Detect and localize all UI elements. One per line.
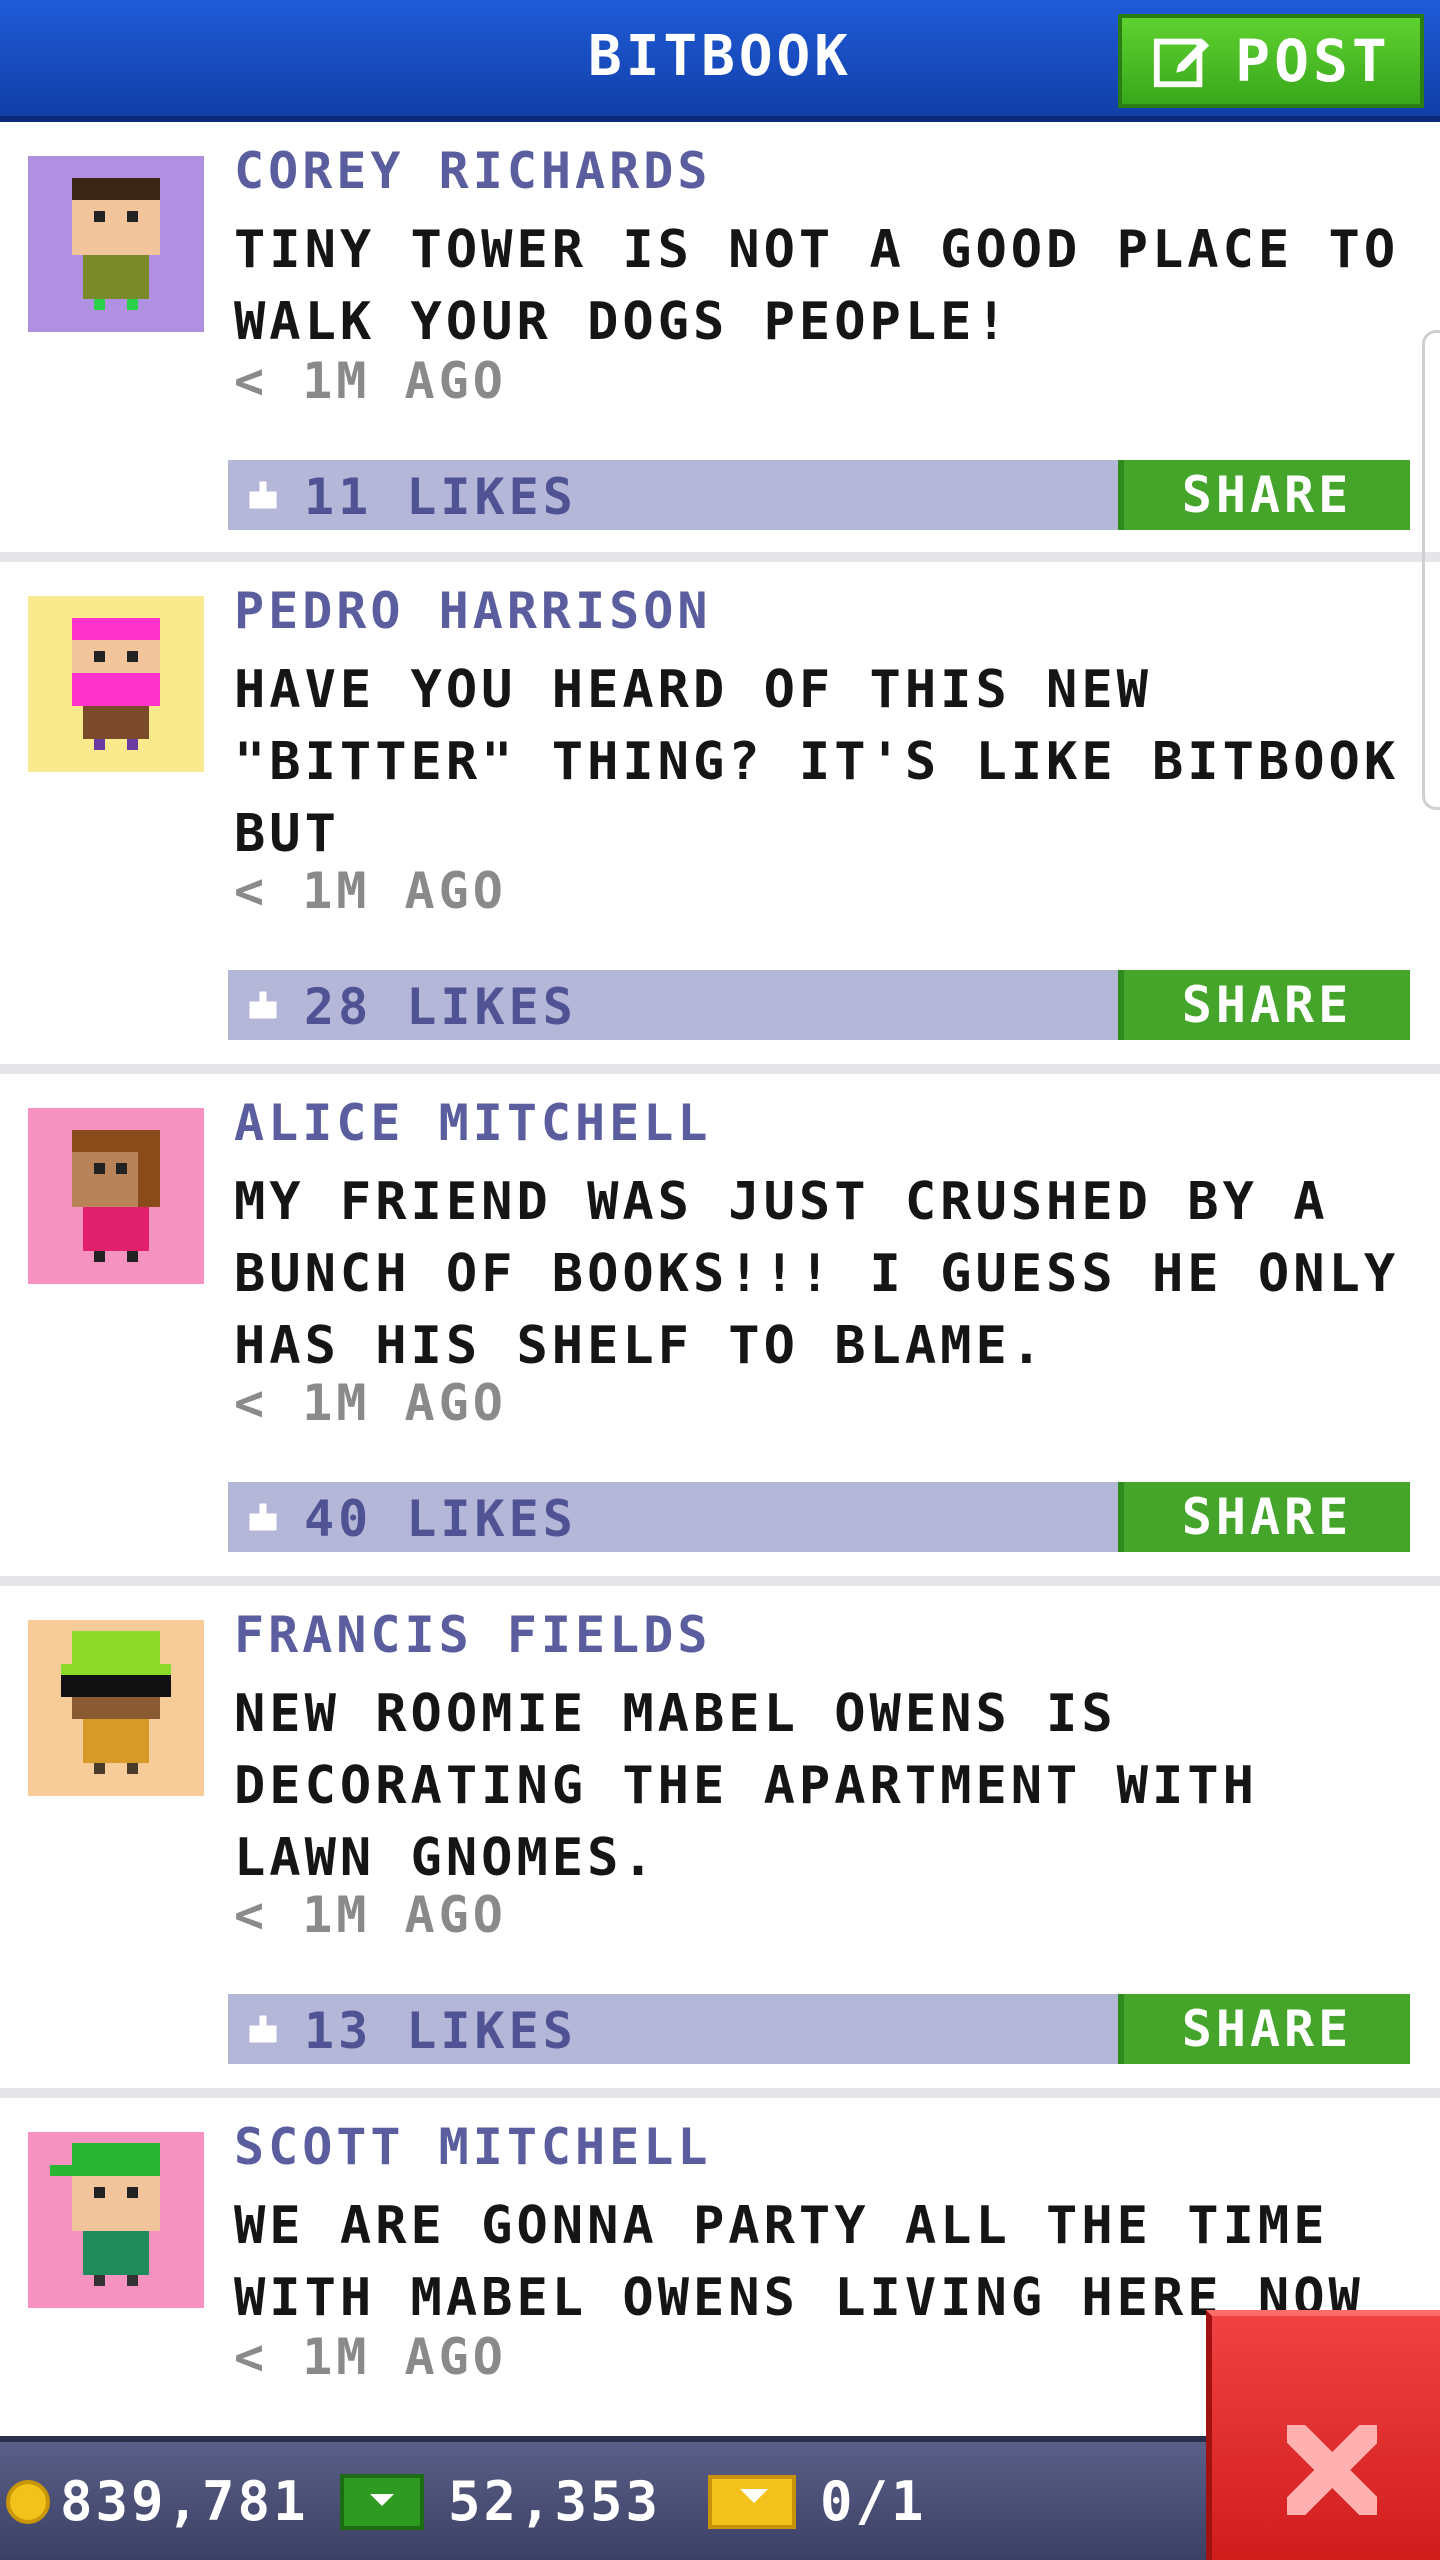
like-count: 40 LIKES	[304, 1490, 577, 1548]
like-count: 11 LIKES	[304, 468, 577, 526]
feed-post: FRANCIS FIELDS NEW ROOMIE MABEL OWENS IS…	[0, 1586, 1440, 2098]
post-author[interactable]: PEDRO HARRISON	[234, 582, 711, 640]
coin-icon	[6, 2479, 50, 2524]
like-bar[interactable]: 11 LIKES SHARE	[228, 460, 1410, 530]
post-button-label: POST	[1235, 27, 1391, 95]
close-button[interactable]	[1206, 2310, 1440, 2560]
post-text: MY FRIEND WAS JUST CRUSHED BY A BUNCH OF…	[234, 1172, 1400, 1376]
thumbs-up-icon[interactable]	[246, 478, 280, 512]
like-bar[interactable]: 40 LIKES SHARE	[228, 1482, 1410, 1552]
like-count: 13 LIKES	[304, 2002, 577, 2060]
avatar[interactable]	[28, 596, 204, 772]
post-time: < 1M AGO	[234, 1374, 507, 1432]
ticket-balance: 0/1	[708, 2470, 927, 2533]
post-time: < 1M AGO	[234, 2328, 507, 2386]
avatar[interactable]	[28, 1620, 204, 1796]
coin-amount: 839,781	[60, 2470, 309, 2533]
avatar-image	[28, 596, 204, 772]
share-button[interactable]: SHARE	[1118, 970, 1410, 1040]
thumbs-up-icon[interactable]	[246, 2012, 280, 2046]
avatar-image	[28, 1620, 204, 1796]
thumbs-up-icon[interactable]	[246, 1500, 280, 1534]
post-author[interactable]: COREY RICHARDS	[234, 142, 711, 200]
post-text: NEW ROOMIE MABEL OWENS IS DECORATING THE…	[234, 1684, 1258, 1888]
share-button[interactable]: SHARE	[1118, 460, 1410, 530]
ticket-icon	[708, 2474, 796, 2529]
post-time: < 1M AGO	[234, 1886, 507, 1944]
bux-amount: 52,353	[448, 2470, 662, 2533]
feed-post: PEDRO HARRISON HAVE YOU HEARD OF THIS NE…	[0, 562, 1440, 1074]
feed-post: ALICE MITCHELL MY FRIEND WAS JUST CRUSHE…	[0, 1074, 1440, 1586]
bux-icon	[340, 2473, 424, 2530]
avatar-image	[28, 1108, 204, 1284]
avatar[interactable]	[28, 2132, 204, 2308]
thumbs-up-icon[interactable]	[246, 988, 280, 1022]
bux-balance: 52,353	[340, 2470, 661, 2533]
share-button[interactable]: SHARE	[1118, 1482, 1410, 1552]
avatar-image	[28, 156, 204, 332]
like-bar[interactable]: 28 LIKES SHARE	[228, 970, 1410, 1040]
scroll-indicator[interactable]	[1422, 330, 1440, 810]
post-button[interactable]: POST	[1118, 14, 1424, 108]
post-time: < 1M AGO	[234, 352, 507, 410]
post-text: HAVE YOU HEARD OF THIS NEW "BITTER" THIN…	[234, 660, 1400, 864]
close-icon	[1287, 2425, 1377, 2515]
post-author[interactable]: FRANCIS FIELDS	[234, 1606, 711, 1664]
app-header: BITBOOK POST	[0, 0, 1440, 122]
avatar[interactable]	[28, 1108, 204, 1284]
post-text: TINY TOWER IS NOT A GOOD PLACE TO WALK Y…	[234, 220, 1400, 352]
post-author[interactable]: SCOTT MITCHELL	[234, 2118, 711, 2176]
compose-icon	[1154, 38, 1210, 88]
avatar[interactable]	[28, 156, 204, 332]
coin-balance: 839,781	[6, 2470, 309, 2533]
like-count: 28 LIKES	[304, 978, 577, 1036]
ticket-amount: 0/1	[820, 2470, 927, 2533]
avatar-image	[28, 2132, 204, 2308]
post-time: < 1M AGO	[234, 862, 507, 920]
feed-post: COREY RICHARDS TINY TOWER IS NOT A GOOD …	[0, 122, 1440, 562]
share-button[interactable]: SHARE	[1118, 1994, 1410, 2064]
post-author[interactable]: ALICE MITCHELL	[234, 1094, 711, 1152]
like-bar[interactable]: 13 LIKES SHARE	[228, 1994, 1410, 2064]
